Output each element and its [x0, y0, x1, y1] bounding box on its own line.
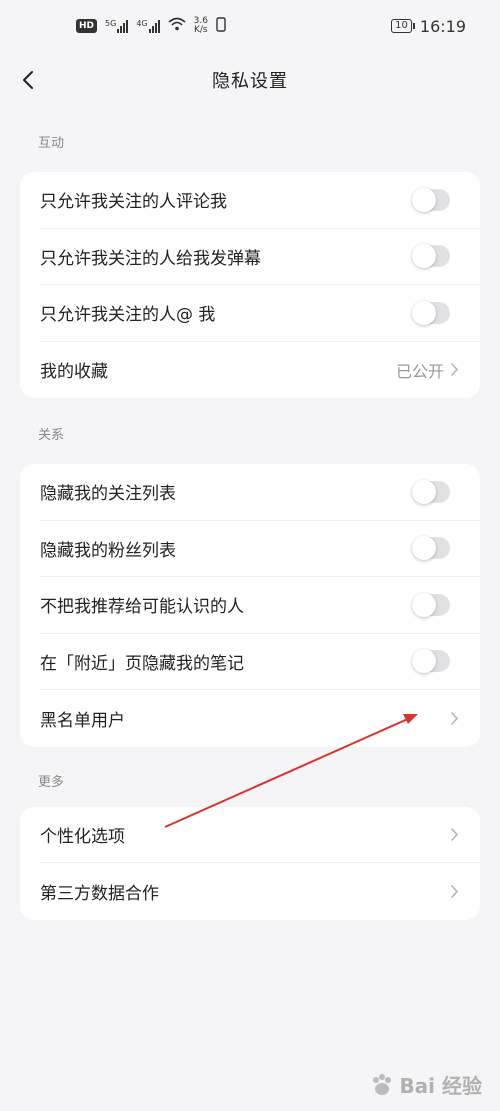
section-label-relations: 关系: [38, 428, 65, 443]
row-label: 只允许我关注的人给我发弹幕: [40, 248, 261, 269]
mention-toggle[interactable]: [412, 300, 450, 325]
signal-icon: [148, 19, 160, 33]
row-label: 个性化选项: [40, 826, 125, 847]
toggle-knob: [412, 649, 436, 674]
toggle-knob: [412, 300, 436, 325]
toggle-knob: [412, 536, 436, 561]
hide-fans-toggle[interactable]: [412, 536, 450, 561]
hd-badge: HD: [76, 19, 98, 33]
row-hide-nearby[interactable]: 在「附近」页隐藏我的笔记: [40, 634, 480, 690]
row-label: 第三方数据合作: [40, 883, 159, 904]
chevron-right-icon: [450, 710, 460, 726]
clock: 16:19: [419, 16, 466, 36]
chevron-right-icon: [450, 826, 460, 842]
danmaku-toggle[interactable]: [412, 244, 450, 269]
speed-unit: K/s: [193, 25, 208, 35]
row-label: 隐藏我的粉丝列表: [40, 540, 176, 561]
wifi-icon: [168, 17, 186, 35]
section-label-more: 更多: [38, 774, 65, 790]
back-arrow-icon: [23, 71, 33, 89]
sim2-label: 4G: [136, 19, 148, 28]
chevron-right-icon: [450, 883, 460, 899]
battery-level: 10: [395, 20, 408, 31]
row-hide-following[interactable]: 隐藏我的关注列表: [40, 464, 480, 521]
network-speed: 3.6 K/s: [194, 17, 208, 35]
status-right: 10 16:19: [391, 17, 466, 36]
sim1-label: 5G: [105, 19, 117, 28]
row-blacklist[interactable]: 黑名单用户: [40, 690, 480, 747]
row-third-party-data[interactable]: 第三方数据合作: [40, 863, 480, 920]
row-comment-permission[interactable]: 只允许我关注的人评论我: [40, 172, 480, 229]
paw-icon: [373, 1073, 392, 1095]
row-label: 我的收藏: [40, 362, 108, 383]
row-label: 只允许我关注的人@ 我: [40, 305, 216, 326]
page-title: 隐私设置: [212, 71, 288, 92]
row-label: 在「附近」页隐藏我的笔记: [40, 653, 244, 674]
row-no-recommend[interactable]: 不把我推荐给可能认识的人: [40, 577, 480, 634]
toggle-knob: [412, 187, 436, 212]
phone-icon: [216, 16, 226, 36]
toggle-knob: [412, 479, 436, 504]
status-left: HD 5G 4G 3.6 K/s: [76, 17, 226, 36]
row-hide-fans[interactable]: 隐藏我的粉丝列表: [40, 521, 480, 577]
row-label: 黑名单用户: [40, 710, 125, 731]
row-label: 只允许我关注的人评论我: [40, 192, 227, 213]
section-label-interaction: 互动: [38, 136, 65, 151]
nav-bar: 隐私设置: [0, 52, 500, 108]
relations-card: 隐藏我的关注列表 隐藏我的粉丝列表 不把我推荐给可能认识的人 在「附近」页隐藏我…: [20, 464, 480, 747]
row-personalization[interactable]: 个性化选项: [40, 807, 480, 863]
no-recommend-toggle[interactable]: [412, 592, 450, 617]
favorites-value: 已公开: [395, 361, 444, 381]
row-label: 不把我推荐给可能认识的人: [40, 597, 244, 618]
more-card: 个性化选项 第三方数据合作: [20, 806, 480, 920]
baidu-watermark: Bai 经验: [369, 1070, 482, 1099]
toggle-knob: [412, 244, 436, 269]
sim1-signal: 5G: [105, 19, 129, 33]
signal-icon: [117, 19, 129, 33]
watermark-text: Bai 经验: [399, 1074, 482, 1098]
toggle-knob: [412, 592, 436, 617]
interaction-card: 只允许我关注的人评论我 只允许我关注的人给我发弹幕 只允许我关注的人@ 我 我的…: [20, 172, 480, 398]
back-button[interactable]: [14, 66, 42, 94]
row-mention-permission[interactable]: 只允许我关注的人@ 我: [40, 285, 480, 342]
hide-following-toggle[interactable]: [412, 479, 450, 504]
battery-icon: 10: [391, 19, 415, 33]
hide-nearby-toggle[interactable]: [412, 649, 450, 674]
chevron-right-icon: [450, 362, 460, 378]
row-label: 隐藏我的关注列表: [40, 484, 176, 505]
comment-toggle[interactable]: [412, 187, 450, 212]
row-my-favorites[interactable]: 我的收藏 已公开: [40, 342, 480, 399]
status-bar: HD 5G 4G 3.6 K/s 10 16:19: [0, 0, 500, 52]
row-danmaku-permission[interactable]: 只允许我关注的人给我发弹幕: [40, 229, 480, 285]
sim2-signal: 4G: [136, 19, 160, 33]
favorites-value-group: 已公开: [396, 358, 460, 382]
